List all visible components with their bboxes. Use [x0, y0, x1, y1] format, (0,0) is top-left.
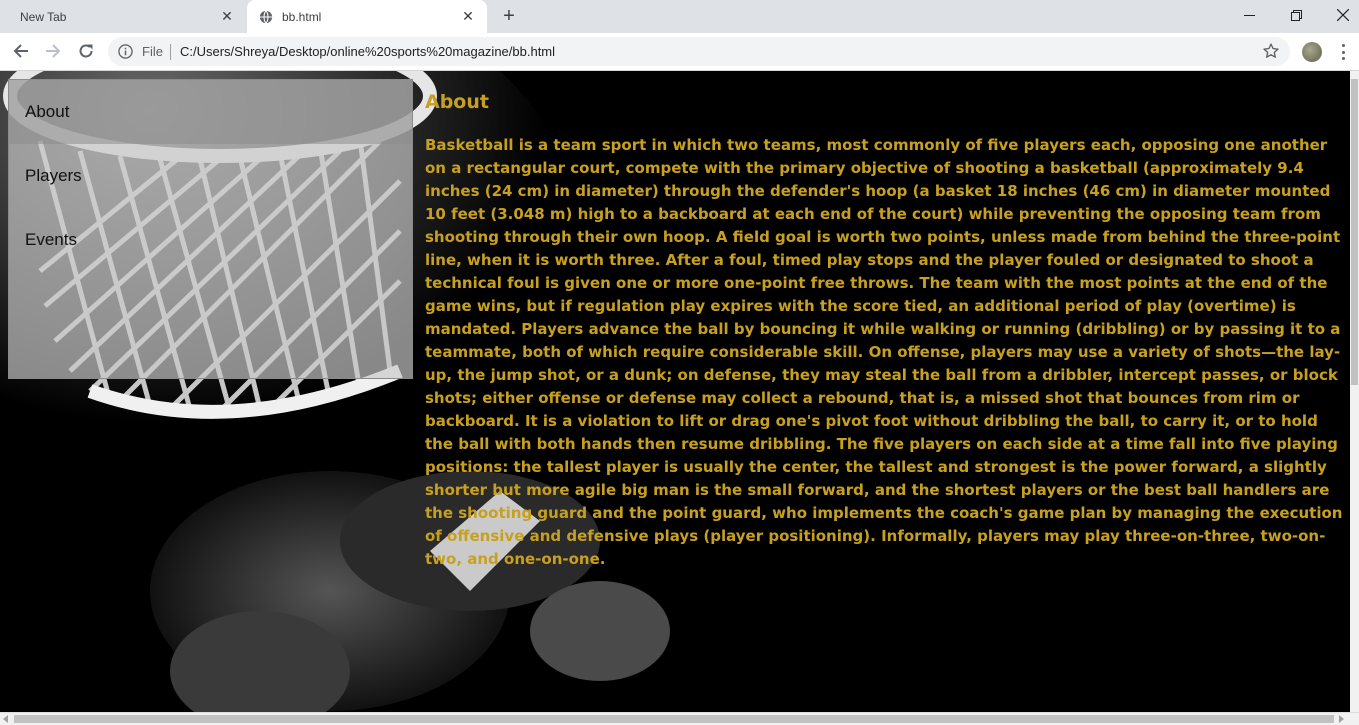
tab-strip: New Tab ✕ bb.html ✕ +: [0, 0, 1359, 33]
vertical-scroll-thumb[interactable]: [1351, 79, 1358, 385]
sidebar-item-label: Events: [25, 230, 77, 249]
vertical-scrollbar[interactable]: [1350, 71, 1359, 712]
plus-icon[interactable]: +: [498, 6, 520, 28]
page-viewport: About Players Events About Basketball is…: [0, 71, 1359, 712]
info-icon[interactable]: [118, 44, 133, 59]
scroll-right-icon[interactable]: [1339, 715, 1344, 723]
horizontal-scroll-thumb[interactable]: [14, 715, 1334, 723]
reload-icon[interactable]: [72, 37, 100, 65]
sidebar-item-label: Players: [25, 166, 82, 185]
arrow-left-icon[interactable]: [7, 37, 35, 65]
sidebar-item-players[interactable]: Players: [9, 144, 412, 208]
url-text[interactable]: C:/Users/Shreya/Desktop/online%20sports%…: [180, 44, 555, 59]
arrow-right-icon[interactable]: [39, 37, 67, 65]
minimize-icon[interactable]: [1226, 0, 1272, 30]
page-title: About: [425, 91, 489, 113]
horizontal-scrollbar[interactable]: [0, 712, 1359, 725]
sidebar-item-about[interactable]: About: [9, 80, 412, 144]
scroll-left-icon[interactable]: [3, 715, 8, 723]
close-tab-icon[interactable]: ✕: [220, 9, 234, 23]
sidebar-item-events[interactable]: Events: [9, 208, 412, 272]
tab-new-tab[interactable]: New Tab ✕: [0, 0, 246, 33]
address-separator: [170, 44, 171, 60]
main-content: About Basketball is a team sport in whic…: [425, 91, 1349, 571]
globe-icon: [259, 10, 273, 23]
scheme-label: File: [142, 44, 163, 59]
sidebar: About Players Events: [8, 79, 413, 379]
restore-icon[interactable]: [1273, 0, 1319, 30]
article-body: Basketball is a team sport in which two …: [425, 136, 1343, 568]
browser-toolbar: File C:/Users/Shreya/Desktop/online%20sp…: [0, 33, 1359, 71]
sidebar-item-label: About: [25, 102, 70, 121]
tab-title: New Tab: [20, 9, 67, 24]
close-icon[interactable]: [1320, 0, 1359, 30]
kebab-icon[interactable]: [1336, 43, 1350, 61]
tab-title: bb.html: [282, 9, 322, 24]
close-tab-icon[interactable]: ✕: [461, 9, 475, 23]
avatar[interactable]: [1302, 42, 1322, 62]
tab-bb-html[interactable]: bb.html ✕: [247, 0, 487, 33]
address-bar[interactable]: File C:/Users/Shreya/Desktop/online%20sp…: [108, 37, 1290, 66]
star-icon[interactable]: [1262, 42, 1280, 60]
